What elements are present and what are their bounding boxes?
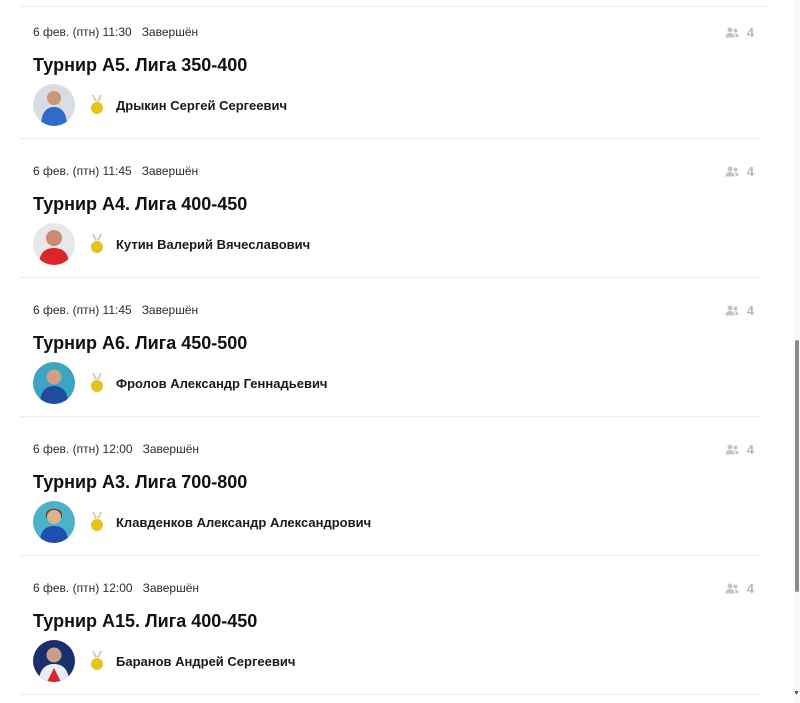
participants-count: 4 bbox=[725, 25, 754, 40]
tournament-list: 6 фев. (птн) 11:30 Завершён 4 Турнир А5. … bbox=[0, 0, 790, 695]
tournament-title[interactable]: Турнир А4. Лига 400-450 bbox=[33, 194, 247, 215]
participants-count: 4 bbox=[725, 164, 754, 179]
tournament-datetime: 6 фев. (птн) 12:00 bbox=[33, 581, 133, 595]
winner-row: Фролов Александр Геннадьевич bbox=[33, 362, 327, 404]
tournament-status: Завершён bbox=[141, 164, 199, 178]
winner-row: Кутин Валерий Вячеславович bbox=[33, 223, 310, 265]
tournament-datetime: 6 фев. (птн) 11:45 bbox=[33, 303, 132, 317]
participants-count: 4 bbox=[725, 442, 754, 457]
winner-name[interactable]: Фролов Александр Геннадьевич bbox=[116, 376, 327, 391]
scroll-down-icon[interactable]: ▼ bbox=[793, 690, 800, 697]
winner-name[interactable]: Дрыкин Сергей Сергеевич bbox=[116, 98, 287, 113]
tournament-title[interactable]: Турнир А6. Лига 450-500 bbox=[33, 333, 247, 354]
tournament-datetime: 6 фев. (птн) 11:30 bbox=[33, 25, 132, 39]
card-divider bbox=[20, 694, 760, 695]
tournament-datetime: 6 фев. (птн) 12:00 bbox=[33, 442, 133, 456]
avatar[interactable] bbox=[33, 362, 75, 404]
winner-row: Дрыкин Сергей Сергеевич bbox=[33, 84, 287, 126]
winner-name[interactable]: Баранов Андрей Сергеевич bbox=[116, 654, 295, 669]
avatar[interactable] bbox=[33, 223, 75, 265]
tournament-title[interactable]: Турнир А3. Лига 700-800 bbox=[33, 472, 247, 493]
gold-medal-icon bbox=[89, 95, 105, 115]
scrollbar-thumb[interactable] bbox=[795, 340, 799, 592]
tournament-title[interactable]: Турнир А15. Лига 400-450 bbox=[33, 611, 257, 632]
avatar[interactable] bbox=[33, 640, 75, 682]
avatar[interactable] bbox=[33, 84, 75, 126]
tournament-status: Завершён bbox=[141, 303, 199, 317]
tournament-card[interactable]: 6 фев. (птн) 11:45 Завершён 4 Турнир А4. … bbox=[0, 139, 790, 278]
winner-row: Баранов Андрей Сергеевич bbox=[33, 640, 295, 682]
users-icon bbox=[725, 583, 739, 594]
winner-row: Клавденков Александр Александрович bbox=[33, 501, 371, 543]
gold-medal-icon bbox=[89, 234, 105, 254]
participants-number: 4 bbox=[746, 442, 754, 457]
gold-medal-icon bbox=[89, 373, 105, 393]
users-icon bbox=[725, 305, 739, 316]
tournament-meta: 6 фев. (птн) 11:45 Завершён bbox=[33, 303, 198, 317]
tournament-card[interactable]: 6 фев. (птн) 12:00 Завершён 4 Турнир А3. … bbox=[0, 417, 790, 556]
avatar[interactable] bbox=[33, 501, 75, 543]
participants-number: 4 bbox=[746, 25, 754, 40]
participants-number: 4 bbox=[746, 581, 754, 596]
participants-number: 4 bbox=[746, 164, 754, 179]
tournament-status: Завершён bbox=[142, 581, 200, 595]
tournament-title[interactable]: Турнир А5. Лига 350-400 bbox=[33, 55, 247, 76]
tournament-card[interactable]: 6 фев. (птн) 12:00 Завершён 4 Турнир А15.… bbox=[0, 556, 790, 695]
tournament-card[interactable]: 6 фев. (птн) 11:30 Завершён 4 Турнир А5. … bbox=[0, 0, 790, 139]
tournament-status: Завершён bbox=[142, 442, 200, 456]
gold-medal-icon bbox=[89, 651, 105, 671]
winner-name[interactable]: Кутин Валерий Вячеславович bbox=[116, 237, 310, 252]
users-icon bbox=[725, 444, 739, 455]
tournament-results-page: 6 фев. (птн) 11:30 Завершён 4 Турнир А5. … bbox=[0, 0, 800, 703]
gold-medal-icon bbox=[89, 512, 105, 532]
tournament-status: Завершён bbox=[141, 25, 199, 39]
winner-name[interactable]: Клавденков Александр Александрович bbox=[116, 515, 371, 530]
tournament-meta: 6 фев. (птн) 12:00 Завершён bbox=[33, 581, 199, 595]
participants-count: 4 bbox=[725, 581, 754, 596]
tournament-meta: 6 фев. (птн) 11:45 Завершён bbox=[33, 164, 198, 178]
participants-number: 4 bbox=[746, 303, 754, 318]
users-icon bbox=[725, 27, 739, 38]
participants-count: 4 bbox=[725, 303, 754, 318]
tournament-datetime: 6 фев. (птн) 11:45 bbox=[33, 164, 132, 178]
tournament-meta: 6 фев. (птн) 11:30 Завершён bbox=[33, 25, 198, 39]
users-icon bbox=[725, 166, 739, 177]
tournament-meta: 6 фев. (птн) 12:00 Завершён bbox=[33, 442, 199, 456]
tournament-card[interactable]: 6 фев. (птн) 11:45 Завершён 4 Турнир А6. … bbox=[0, 278, 790, 417]
